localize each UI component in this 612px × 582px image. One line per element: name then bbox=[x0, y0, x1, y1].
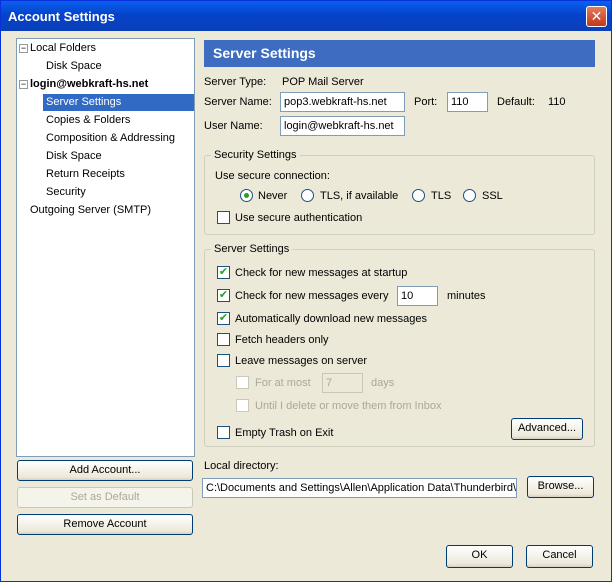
tree-item-composition-addressing[interactable]: Composition & Addressing bbox=[43, 130, 178, 147]
ok-button[interactable]: OK bbox=[446, 545, 513, 568]
server-type-value: POP Mail Server bbox=[282, 76, 364, 88]
tree-item-label: Security bbox=[46, 186, 86, 198]
tree-item-label: Local Folders bbox=[30, 42, 97, 54]
tree-item-label: Copies & Folders bbox=[46, 114, 131, 126]
server-name-field[interactable]: pop3.webkraft-hs.net bbox=[280, 92, 405, 112]
days-label: days bbox=[371, 377, 395, 389]
advanced-button[interactable]: Advanced... bbox=[511, 418, 583, 440]
title-bar[interactable]: Account Settings ✕ bbox=[1, 1, 611, 31]
tree-item-server-settings[interactable]: Server Settings bbox=[43, 94, 194, 111]
collapse-icon[interactable]: − bbox=[19, 44, 28, 53]
use-secure-connection-label: Use secure connection: bbox=[215, 170, 330, 182]
tree-item-label: Composition & Addressing bbox=[46, 132, 176, 144]
secure-auth-checkbox[interactable] bbox=[217, 211, 230, 224]
empty-trash-label[interactable]: Empty Trash on Exit bbox=[235, 427, 333, 439]
check-every-label[interactable]: Check for new messages every bbox=[235, 290, 388, 302]
secure-auth-label[interactable]: Use secure authentication bbox=[235, 212, 362, 224]
port-field[interactable]: 110 bbox=[447, 92, 488, 112]
fetch-headers-label[interactable]: Fetch headers only bbox=[235, 334, 329, 346]
remove-account-button[interactable]: Remove Account bbox=[17, 514, 193, 535]
radio-ssl[interactable] bbox=[463, 189, 476, 202]
security-settings-legend: Security Settings bbox=[211, 149, 300, 161]
tree-item-label: Disk Space bbox=[46, 60, 102, 72]
radio-ssl-label[interactable]: SSL bbox=[482, 190, 503, 202]
tree-item-return-receipts[interactable]: Return Receipts bbox=[43, 166, 128, 183]
until-delete-checkbox[interactable] bbox=[236, 399, 249, 412]
server-type-label: Server Type: bbox=[204, 76, 267, 88]
leave-on-server-label[interactable]: Leave messages on server bbox=[235, 355, 367, 367]
port-label: Port: bbox=[414, 96, 438, 108]
tree-item-local-disk-space[interactable]: Disk Space bbox=[43, 58, 105, 75]
check-startup-checkbox[interactable]: ✔ bbox=[217, 266, 230, 279]
local-directory-label: Local directory: bbox=[204, 460, 279, 472]
radio-tls[interactable] bbox=[412, 189, 425, 202]
server-settings-legend: Server Settings bbox=[211, 243, 293, 255]
tree-item-label: login@webkraft-hs.net bbox=[30, 78, 149, 90]
collapse-icon[interactable]: − bbox=[19, 80, 28, 89]
tree-item-security[interactable]: Security bbox=[43, 184, 89, 201]
browse-button[interactable]: Browse... bbox=[527, 476, 594, 498]
user-name-field[interactable]: login@webkraft-hs.net bbox=[280, 116, 405, 136]
radio-tls-if-available[interactable] bbox=[301, 189, 314, 202]
tree-item-copies-folders[interactable]: Copies & Folders bbox=[43, 112, 133, 129]
tree-item-disk-space[interactable]: Disk Space bbox=[43, 148, 105, 165]
leave-on-server-checkbox[interactable] bbox=[217, 354, 230, 367]
close-icon[interactable]: ✕ bbox=[586, 6, 607, 27]
auto-download-label[interactable]: Automatically download new messages bbox=[235, 313, 427, 325]
cancel-button[interactable]: Cancel bbox=[526, 545, 593, 568]
radio-never[interactable] bbox=[240, 189, 253, 202]
for-at-most-checkbox[interactable] bbox=[236, 376, 249, 389]
panel-header: Server Settings bbox=[204, 40, 595, 67]
account-tree[interactable]: − Local Folders Disk Space − login@webkr… bbox=[16, 38, 195, 457]
default-port-label: Default: bbox=[497, 96, 535, 108]
until-delete-label[interactable]: Until I delete or move them from Inbox bbox=[255, 400, 441, 412]
default-port-value: 110 bbox=[548, 96, 566, 108]
radio-tls-if-available-label[interactable]: TLS, if available bbox=[320, 190, 398, 202]
tree-item-label: Return Receipts bbox=[46, 168, 125, 180]
radio-never-label[interactable]: Never bbox=[258, 190, 287, 202]
days-field[interactable]: 7 bbox=[322, 373, 363, 393]
tree-item-label: Server Settings bbox=[46, 96, 122, 108]
window-title: Account Settings bbox=[8, 9, 115, 24]
add-account-button[interactable]: Add Account... bbox=[17, 460, 193, 481]
local-directory-field[interactable]: C:\Documents and Settings\Allen\Applicat… bbox=[202, 478, 517, 498]
tree-item-label: Disk Space bbox=[46, 150, 102, 162]
fetch-headers-checkbox[interactable] bbox=[217, 333, 230, 346]
minutes-label: minutes bbox=[447, 290, 486, 302]
check-every-checkbox[interactable]: ✔ bbox=[217, 289, 230, 302]
set-default-button[interactable]: Set as Default bbox=[17, 487, 193, 508]
server-name-label: Server Name: bbox=[204, 96, 272, 108]
for-at-most-label[interactable]: For at most bbox=[255, 377, 311, 389]
check-interval-field[interactable]: 10 bbox=[397, 286, 438, 306]
user-name-label: User Name: bbox=[204, 120, 263, 132]
radio-tls-label[interactable]: TLS bbox=[431, 190, 451, 202]
account-settings-window: Account Settings ✕ − Local Folders Disk … bbox=[0, 0, 612, 582]
check-startup-label[interactable]: Check for new messages at startup bbox=[235, 267, 407, 279]
tree-item-outgoing-server[interactable]: Outgoing Server (SMTP) bbox=[27, 202, 154, 219]
auto-download-checkbox[interactable]: ✔ bbox=[217, 312, 230, 325]
radio-selected-dot bbox=[244, 193, 249, 198]
empty-trash-checkbox[interactable] bbox=[217, 426, 230, 439]
tree-item-label: Outgoing Server (SMTP) bbox=[30, 204, 152, 216]
